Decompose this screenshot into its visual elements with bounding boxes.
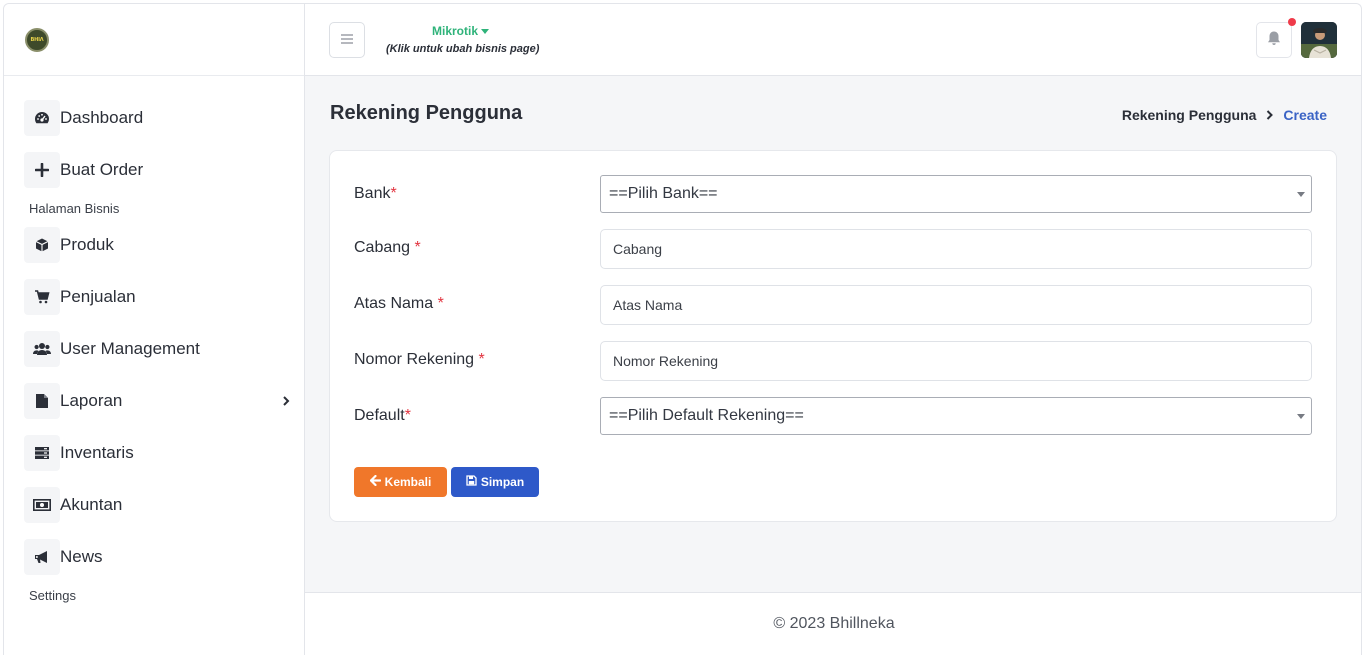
sidebar-item-user-management[interactable]: User Management <box>24 331 290 367</box>
plus-icon <box>24 152 60 188</box>
required-mark: * <box>414 239 421 256</box>
footer: © 2023 Bhillneka <box>305 592 1361 655</box>
save-icon <box>466 475 481 489</box>
required-mark: * <box>437 295 444 312</box>
caret-down-icon <box>1297 192 1305 197</box>
bank-label: Bank* <box>354 185 397 203</box>
required-mark: * <box>478 351 485 368</box>
brand-logo-text: ΒΗΙΛ <box>30 37 44 43</box>
breadcrumb-root[interactable]: Rekening Pengguna <box>1122 107 1257 123</box>
nomor-rekening-input[interactable] <box>600 341 1312 381</box>
sidebar-item-label: Produk <box>60 235 114 254</box>
atas-nama-label-text: Atas Nama <box>354 295 434 312</box>
sidebar-item-laporan[interactable]: Laporan <box>24 383 290 419</box>
cart-icon <box>24 279 60 315</box>
sidebar-item-label: News <box>60 547 103 566</box>
save-button-label: Simpan <box>480 475 525 489</box>
business-hint: (Klik untuk ubah bisnis page) <box>386 43 540 55</box>
atas-nama-label: Atas Nama * <box>354 295 444 313</box>
file-icon <box>24 383 60 419</box>
sidebar-item-label: Akuntan <box>60 495 123 514</box>
sidebar-item-label: Dashboard <box>60 108 144 127</box>
atas-nama-input[interactable] <box>600 285 1312 325</box>
notification-dot <box>1288 18 1296 26</box>
caret-down-icon <box>1297 414 1305 419</box>
cabang-label: Cabang * <box>354 239 421 257</box>
notification-button[interactable] <box>1256 22 1292 58</box>
menu-toggle-button[interactable] <box>329 22 365 58</box>
back-button[interactable]: Kembali <box>354 467 447 497</box>
footer-copyright: © 2023 Bhillneka <box>773 615 895 632</box>
required-mark: * <box>390 185 397 202</box>
topbar: Mikrotik (Klik untuk ubah bisnis page) <box>305 4 1361 76</box>
page-title: Rekening Pengguna <box>330 102 523 124</box>
breadcrumb-current: Create <box>1283 107 1327 123</box>
sidebar-item-news[interactable]: News <box>24 539 290 575</box>
sidebar-item-label: Laporan <box>60 391 123 410</box>
back-button-label: Kembali <box>384 475 432 489</box>
box-icon <box>24 227 60 263</box>
sidebar-item-label: Inventaris <box>60 443 134 462</box>
bullhorn-icon <box>24 539 60 575</box>
business-switcher[interactable]: Mikrotik <box>432 24 490 38</box>
cabang-input[interactable] <box>600 229 1312 269</box>
sidebar-item-label: User Management <box>60 339 200 358</box>
bank-label-text: Bank <box>354 185 391 202</box>
sidebar-section-settings: Settings <box>29 588 76 603</box>
bell-icon <box>1267 30 1281 51</box>
hamburger-icon <box>341 31 353 49</box>
bank-select-value: ==Pilih Bank== <box>609 185 718 202</box>
sidebar-header: ΒΗΙΛ <box>4 4 304 76</box>
required-mark: * <box>404 407 411 424</box>
sidebar-item-akuntan[interactable]: Akuntan <box>24 487 290 523</box>
users-icon <box>24 331 60 367</box>
sidebar-item-inventaris[interactable]: Inventaris <box>24 435 290 471</box>
arrow-left-icon <box>369 474 385 489</box>
chevron-right-icon[interactable] <box>282 393 290 409</box>
default-select[interactable]: ==Pilih Default Rekening== <box>600 397 1312 435</box>
nomor-rekening-label-text: Nomor Rekening <box>354 351 475 368</box>
avatar[interactable] <box>1301 22 1337 58</box>
cabang-label-text: Cabang <box>354 239 411 256</box>
sidebar-item-buat-order[interactable]: Buat Order <box>24 152 290 188</box>
nomor-rekening-label: Nomor Rekening * <box>354 351 485 369</box>
business-name: Mikrotik <box>432 24 479 38</box>
sidebar-item-label: Buat Order <box>60 160 144 179</box>
breadcrumb: Rekening Pengguna Create <box>1122 107 1327 123</box>
bank-select[interactable]: ==Pilih Bank== <box>600 175 1312 213</box>
sidebar-item-label: Penjualan <box>60 287 136 306</box>
brand-logo[interactable]: ΒΗΙΛ <box>25 28 49 52</box>
dashboard-icon <box>24 100 60 136</box>
sidebar-item-penjualan[interactable]: Penjualan <box>24 279 290 315</box>
money-icon <box>24 487 60 523</box>
default-label-text: Default <box>354 407 405 424</box>
caret-down-icon <box>481 29 490 35</box>
default-label: Default* <box>354 407 411 425</box>
save-button[interactable]: Simpan <box>451 467 539 497</box>
form-card: Bank* ==Pilih Bank== Cabang * Atas Nama … <box>329 150 1337 522</box>
sidebar: ΒΗΙΛ Dashboard Buat Order Halaman Bisnis… <box>4 4 305 655</box>
server-icon <box>24 435 60 471</box>
chevron-right-icon <box>1266 108 1274 123</box>
sidebar-section-business: Halaman Bisnis <box>29 201 120 216</box>
default-select-value: ==Pilih Default Rekening== <box>609 407 804 424</box>
app-frame: ΒΗΙΛ Dashboard Buat Order Halaman Bisnis… <box>3 3 1362 655</box>
sidebar-item-produk[interactable]: Produk <box>24 227 290 263</box>
sidebar-item-dashboard[interactable]: Dashboard <box>24 100 290 136</box>
